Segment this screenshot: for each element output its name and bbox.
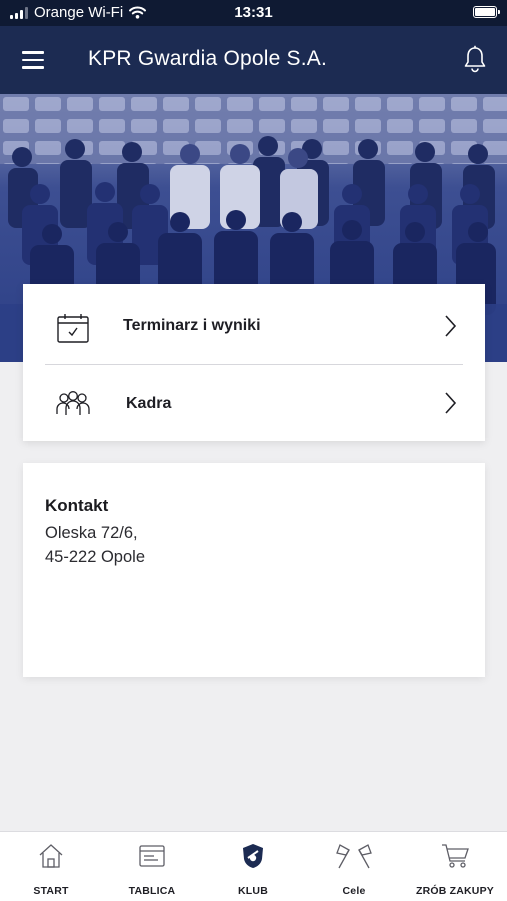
nav-label: Cele	[342, 885, 366, 897]
address-line: Oleska 72/6,	[45, 524, 138, 542]
nav-start[interactable]: START	[1, 832, 101, 901]
club-menu-card: Terminarz i wyniki Kadra	[23, 284, 485, 441]
hamburger-line	[22, 51, 44, 54]
home-icon	[39, 844, 63, 868]
hamburger-line	[22, 58, 44, 62]
nav-label: START	[33, 885, 69, 897]
nav-label: TABLICA	[128, 885, 176, 897]
status-time: 13:31	[234, 4, 273, 21]
status-bar: Orange Wi-Fi 13:31	[0, 0, 507, 26]
calendar-check-icon	[57, 314, 89, 343]
bell-icon	[464, 45, 486, 73]
contact-card: Kontakt Oleska 72/6, 45-222 Opole	[23, 463, 485, 677]
nav-label: KLUB	[238, 885, 268, 897]
notifications-button[interactable]	[461, 44, 489, 74]
menu-item-label: Kadra	[126, 395, 172, 412]
nav-shop[interactable]: ZRÓB ZAKUPY	[405, 832, 505, 901]
chevron-right-icon	[445, 315, 457, 337]
chevron-right-icon	[445, 392, 457, 414]
contact-title: Kontakt	[45, 496, 109, 515]
address-line: 45-222 Opole	[45, 548, 145, 566]
menu-item-schedule-results[interactable]: Terminarz i wyniki	[23, 287, 485, 365]
hamburger-menu-button[interactable]	[22, 46, 52, 74]
flags-icon	[336, 844, 372, 869]
cart-icon	[442, 844, 469, 868]
nav-label: ZRÓB ZAKUPY	[415, 885, 495, 897]
nav-club[interactable]: KLUB	[203, 832, 303, 901]
board-icon	[139, 845, 165, 867]
team-people-icon	[56, 391, 90, 415]
hamburger-line	[22, 66, 44, 69]
page-title: KPR Gwardia Opole S.A.	[88, 47, 327, 70]
nav-goals[interactable]: Cele	[304, 832, 404, 901]
battery-icon	[473, 6, 500, 18]
bottom-navigation: START TABLICA KLUB Cele ZRÓB ZAKUPY	[0, 831, 507, 901]
app-bar: KPR Gwardia Opole S.A.	[0, 26, 507, 94]
club-crest-icon	[243, 844, 263, 868]
menu-item-squad[interactable]: Kadra	[23, 365, 485, 443]
nav-board[interactable]: TABLICA	[102, 832, 202, 901]
menu-item-label: Terminarz i wyniki	[123, 317, 261, 334]
